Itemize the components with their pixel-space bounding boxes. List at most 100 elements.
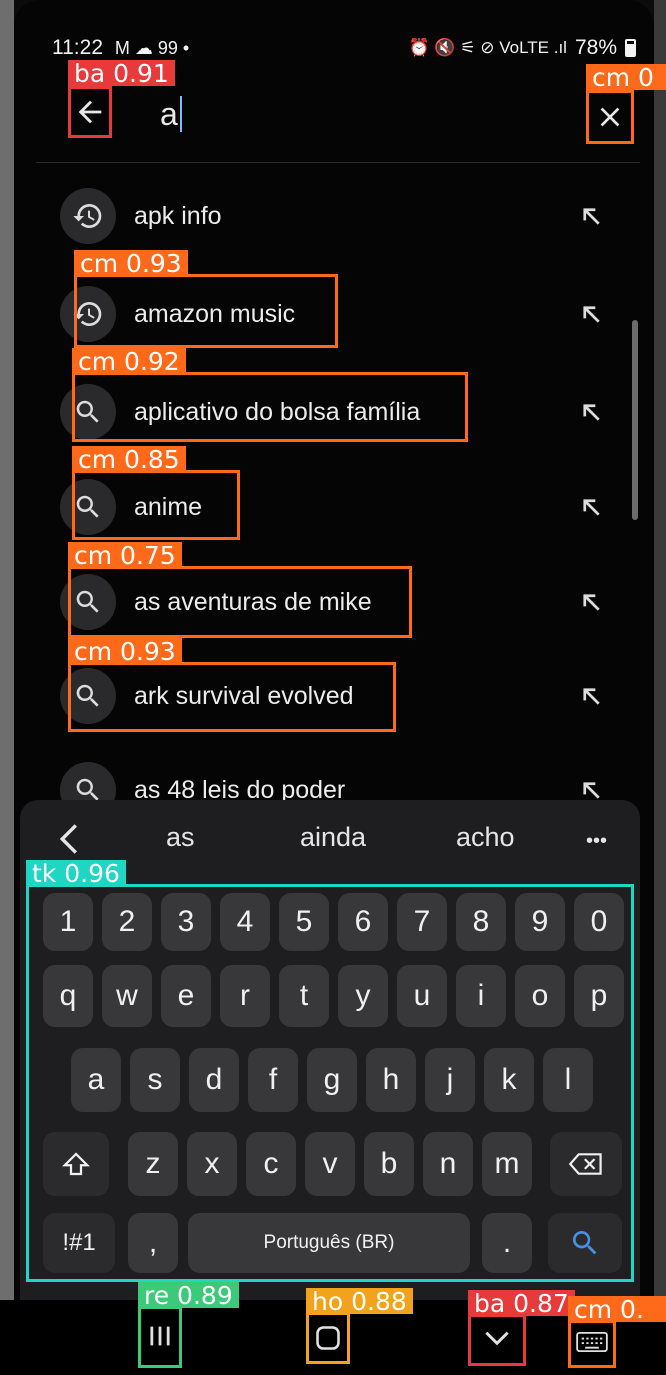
status-bar-right: ⏰ 🔇 ⚟ ⊘ VoLTE .ıl 78% bbox=[409, 36, 636, 60]
notification-icons: M ☁ 99 • bbox=[114, 38, 190, 58]
key-3[interactable]: 3 bbox=[161, 893, 211, 951]
suggestion-item[interactable]: aplicativo do bolsa família bbox=[60, 372, 620, 452]
insert-query-icon[interactable] bbox=[576, 299, 606, 329]
key-a[interactable]: a bbox=[71, 1048, 121, 1112]
key-8[interactable]: 8 bbox=[456, 893, 506, 951]
insert-query-icon[interactable] bbox=[576, 681, 606, 711]
recents-button[interactable] bbox=[138, 1306, 182, 1366]
key-t[interactable]: t bbox=[279, 965, 329, 1027]
prediction-3[interactable]: acho bbox=[456, 822, 515, 853]
key-u[interactable]: u bbox=[397, 965, 447, 1027]
detection-label: ba 0.87 bbox=[468, 1290, 575, 1317]
key-i[interactable]: i bbox=[456, 965, 506, 1027]
more-options-icon[interactable]: ••• bbox=[586, 830, 607, 853]
detection-label: ho 0.88 bbox=[306, 1288, 413, 1315]
suggestion-item[interactable]: as aventuras de mike bbox=[60, 562, 620, 642]
key-7[interactable]: 7 bbox=[397, 893, 447, 951]
key-v[interactable]: v bbox=[305, 1132, 355, 1196]
suggestion-text: anime bbox=[134, 492, 203, 521]
period-key[interactable]: . bbox=[482, 1213, 532, 1273]
key-4[interactable]: 4 bbox=[220, 893, 270, 951]
key-0[interactable]: 0 bbox=[574, 893, 624, 951]
key-9[interactable]: 9 bbox=[515, 893, 565, 951]
home-button[interactable] bbox=[306, 1312, 350, 1364]
symbols-key[interactable]: !#1 bbox=[43, 1213, 115, 1273]
detection-label: cm 0. bbox=[568, 1296, 666, 1322]
key-k[interactable]: k bbox=[484, 1048, 534, 1112]
backspace-key[interactable] bbox=[550, 1132, 622, 1196]
hide-keyboard-button[interactable] bbox=[468, 1312, 526, 1364]
suggestions-scrollbar[interactable] bbox=[632, 320, 638, 520]
detection-label: cm 0.92 bbox=[72, 348, 186, 375]
suggestion-item[interactable]: apk info bbox=[60, 176, 620, 256]
shift-key[interactable] bbox=[43, 1132, 109, 1196]
key-m[interactable]: m bbox=[482, 1132, 532, 1196]
detection-label: cm 0.93 bbox=[68, 638, 182, 665]
recents-icon bbox=[150, 1326, 170, 1346]
key-b[interactable]: b bbox=[364, 1132, 414, 1196]
key-z[interactable]: z bbox=[128, 1132, 178, 1196]
arrow-left-icon bbox=[78, 100, 102, 124]
search-key[interactable] bbox=[548, 1213, 622, 1273]
comma-key[interactable]: , bbox=[128, 1213, 178, 1273]
search-icon bbox=[60, 479, 116, 535]
insert-query-icon[interactable] bbox=[576, 587, 606, 617]
close-icon bbox=[600, 107, 620, 127]
keyboard-switch-button[interactable] bbox=[568, 1318, 616, 1366]
status-time: 11:22 bbox=[52, 36, 103, 59]
status-bar-left: 11:22 M ☁ 99 • bbox=[52, 36, 189, 60]
clear-search-button[interactable] bbox=[586, 90, 634, 144]
system-status-icons: ⏰ 🔇 ⚟ ⊘ VoLTE .ıl bbox=[408, 38, 567, 57]
key-r[interactable]: r bbox=[220, 965, 270, 1027]
search-icon bbox=[60, 574, 116, 630]
suggestion-item[interactable]: amazon music bbox=[60, 274, 620, 354]
shift-icon bbox=[62, 1152, 90, 1176]
key-e[interactable]: e bbox=[161, 965, 211, 1027]
insert-query-icon[interactable] bbox=[576, 201, 606, 231]
prediction-1[interactable]: as bbox=[166, 822, 195, 853]
suggestion-text: ark survival evolved bbox=[134, 681, 354, 710]
key-p[interactable]: p bbox=[574, 965, 624, 1027]
chevron-down-icon bbox=[485, 1331, 509, 1346]
keyboard-icon bbox=[576, 1331, 608, 1353]
detection-label: tk 0.96 bbox=[26, 860, 126, 887]
detection-label: cm 0 bbox=[586, 64, 666, 90]
key-g[interactable]: g bbox=[307, 1048, 357, 1112]
detection-label: cm 0.75 bbox=[68, 542, 182, 569]
suggestion-item[interactable]: anime bbox=[60, 467, 620, 547]
suggestion-item[interactable]: ark survival evolved bbox=[60, 656, 620, 736]
key-c[interactable]: c bbox=[246, 1132, 296, 1196]
key-o[interactable]: o bbox=[515, 965, 565, 1027]
key-d[interactable]: d bbox=[189, 1048, 239, 1112]
phone-bezel bbox=[0, 0, 14, 1375]
insert-query-icon[interactable] bbox=[576, 492, 606, 522]
detection-label: cm 0.93 bbox=[74, 250, 188, 277]
key-n[interactable]: n bbox=[423, 1132, 473, 1196]
key-q[interactable]: q bbox=[43, 965, 93, 1027]
key-y[interactable]: y bbox=[338, 965, 388, 1027]
key-6[interactable]: 6 bbox=[338, 893, 388, 951]
search-input[interactable]: a bbox=[160, 96, 182, 132]
key-l[interactable]: l bbox=[543, 1048, 593, 1112]
key-1[interactable]: 1 bbox=[43, 893, 93, 951]
history-icon bbox=[60, 188, 116, 244]
key-f[interactable]: f bbox=[248, 1048, 298, 1112]
prediction-2[interactable]: ainda bbox=[300, 822, 366, 853]
key-j[interactable]: j bbox=[425, 1048, 475, 1112]
search-icon bbox=[572, 1231, 597, 1255]
detection-label: ba 0.91 bbox=[68, 60, 175, 87]
backspace-icon bbox=[569, 1153, 602, 1175]
key-2[interactable]: 2 bbox=[102, 893, 152, 951]
battery-level: 78% bbox=[574, 36, 617, 59]
key-w[interactable]: w bbox=[102, 965, 152, 1027]
back-button[interactable] bbox=[68, 86, 112, 138]
key-h[interactable]: h bbox=[366, 1048, 416, 1112]
key-x[interactable]: x bbox=[187, 1132, 237, 1196]
key-s[interactable]: s bbox=[130, 1048, 180, 1112]
space-bar[interactable]: Português (BR) bbox=[188, 1213, 470, 1273]
chevron-left-icon[interactable] bbox=[58, 822, 80, 863]
detection-label: re 0.89 bbox=[138, 1282, 239, 1309]
key-5[interactable]: 5 bbox=[279, 893, 329, 951]
insert-query-icon[interactable] bbox=[576, 397, 606, 427]
search-divider bbox=[36, 162, 640, 163]
